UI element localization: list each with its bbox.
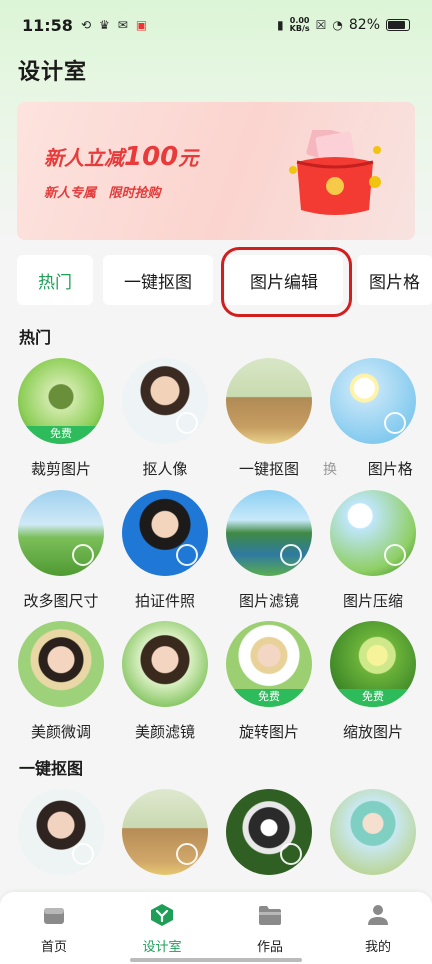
nav-home[interactable]: 首页	[14, 904, 94, 955]
home-icon	[44, 908, 64, 924]
tool-label: 图片格	[367, 460, 413, 478]
tool-label: 旋转图片	[238, 723, 299, 741]
layers-icon	[384, 544, 406, 566]
nav-design-room[interactable]: 设计室	[122, 904, 202, 955]
tool-rotate-image[interactable]: 免费 旋转图片	[225, 621, 313, 741]
tool-image-compress[interactable]: 图片压缩	[329, 490, 417, 610]
nav-label: 设计室	[142, 940, 182, 955]
cutout-icon	[176, 412, 198, 434]
thumbnail	[226, 490, 312, 576]
thumbnail	[330, 490, 416, 576]
thumbnail: 免费	[18, 358, 104, 444]
tool-label: 抠人像	[142, 460, 188, 478]
crown-icon: ♛	[99, 18, 110, 32]
scissors-icon	[72, 544, 94, 566]
free-badge: 免费	[18, 426, 104, 444]
tab-hot[interactable]: 热门	[17, 255, 93, 305]
cutout-icon	[280, 843, 302, 865]
tool-scale-image[interactable]: 免费 缩放图片	[329, 621, 417, 741]
thumbnail	[18, 621, 104, 707]
banner-suffix: 元	[178, 146, 199, 170]
tool-label: 图片压缩	[342, 592, 403, 610]
nav-label: 我的	[364, 940, 391, 955]
section-title-cutout: 一键抠图	[19, 759, 84, 778]
thumbnail: 免费	[330, 621, 416, 707]
nav-label: 作品	[256, 940, 283, 955]
tool-crop-image[interactable]: 免费 裁剪图片	[17, 358, 105, 478]
convert-icon	[384, 412, 406, 434]
tool-label: 裁剪图片	[30, 460, 91, 478]
battery-icon	[386, 19, 410, 31]
section-title-hot: 热门	[19, 328, 52, 347]
thumbnail	[18, 789, 104, 875]
folder-icon	[259, 906, 281, 925]
tool-label: 美颜滤镜	[134, 723, 195, 741]
tool-label: 缩放图片	[342, 723, 403, 741]
wifi-icon: ◔	[332, 18, 343, 32]
cutout-item-anime[interactable]	[329, 789, 417, 875]
cutout-item-dog[interactable]	[225, 789, 313, 875]
free-badge: 免费	[226, 689, 312, 707]
banner-amount: 100	[124, 142, 179, 172]
clipped-label: 换	[323, 462, 337, 478]
tab-one-click-cutout[interactable]: 一键抠图	[103, 255, 213, 305]
tool-image-filter[interactable]: 图片滤镜	[225, 490, 313, 610]
speed-unit: KB/s	[289, 24, 310, 33]
highlight-annotation	[221, 247, 352, 317]
design-icon	[151, 904, 173, 926]
tool-label: 一键抠图	[238, 460, 299, 478]
notification-icon: ⟲	[80, 18, 91, 32]
cutout-item-portrait[interactable]	[17, 789, 105, 875]
sim-icon: ☒	[315, 18, 327, 32]
cutout-item-bag[interactable]	[121, 789, 209, 875]
status-time: 11:58	[22, 15, 73, 35]
status-bar: 11:58 ⟲ ♛ ✉ ▣ ▮ 0.00 KB/s ☒ ◔ 82%	[0, 0, 432, 50]
banner-prefix: 新人立减	[44, 146, 124, 170]
filter-icon	[280, 544, 302, 566]
thumbnail	[226, 789, 312, 875]
tool-label: 拍证件照	[134, 592, 195, 610]
thumbnail	[122, 789, 208, 875]
thumbnail	[122, 358, 208, 444]
tool-resize-multiple[interactable]: 改多图尺寸	[17, 490, 105, 610]
app-icon: ▣	[135, 18, 148, 32]
nav-label: 首页	[40, 940, 67, 955]
tool-one-click-cutout[interactable]: 一键抠图	[225, 358, 313, 478]
tool-label: 美颜微调	[30, 723, 91, 741]
red-envelope-bag-icon	[289, 130, 381, 215]
banner-subtitle: 新人专属 限时抢购	[44, 186, 161, 201]
cutout-icon	[176, 843, 198, 865]
promo-banner[interactable]: 新人立减100元 新人专属 限时抢购	[17, 102, 415, 240]
tool-portrait-cutout[interactable]: 抠人像	[121, 358, 209, 478]
banner-headline: 新人立减100元	[44, 142, 198, 172]
thumbnail	[18, 490, 104, 576]
thumbnail	[122, 490, 208, 576]
vibrate-icon: ▮	[277, 18, 284, 32]
thumbnail	[330, 358, 416, 444]
battery-percent: 82%	[348, 17, 380, 33]
nav-works[interactable]: 作品	[230, 904, 310, 955]
thumbnail	[122, 621, 208, 707]
page-title: 设计室	[18, 60, 88, 85]
tool-label: 图片滤镜	[238, 592, 299, 610]
cutout-icon	[72, 843, 94, 865]
tab-image-format[interactable]: 图片格	[357, 255, 432, 305]
camera-icon	[176, 544, 198, 566]
thumbnail	[226, 358, 312, 444]
thumbnail	[330, 789, 416, 875]
tool-beauty-filter[interactable]: 美颜滤镜	[121, 621, 209, 741]
home-indicator[interactable]	[130, 958, 302, 962]
tool-beauty-tune[interactable]: 美颜微调	[17, 621, 105, 741]
nav-profile[interactable]: 我的	[338, 904, 418, 955]
thumbnail: 免费	[226, 621, 312, 707]
mail-icon: ✉	[117, 18, 128, 32]
tool-label: 改多图尺寸	[23, 592, 99, 610]
free-badge: 免费	[330, 689, 416, 707]
tool-label-wrap: 换 图片格	[323, 458, 413, 479]
tool-image-format[interactable]: 换 图片格	[323, 358, 417, 478]
profile-icon	[368, 905, 388, 925]
network-speed: 0.00 KB/s	[290, 17, 310, 33]
bottom-navigation: 首页 设计室 作品 我的	[0, 892, 432, 964]
tool-id-photo[interactable]: 拍证件照	[121, 490, 209, 610]
